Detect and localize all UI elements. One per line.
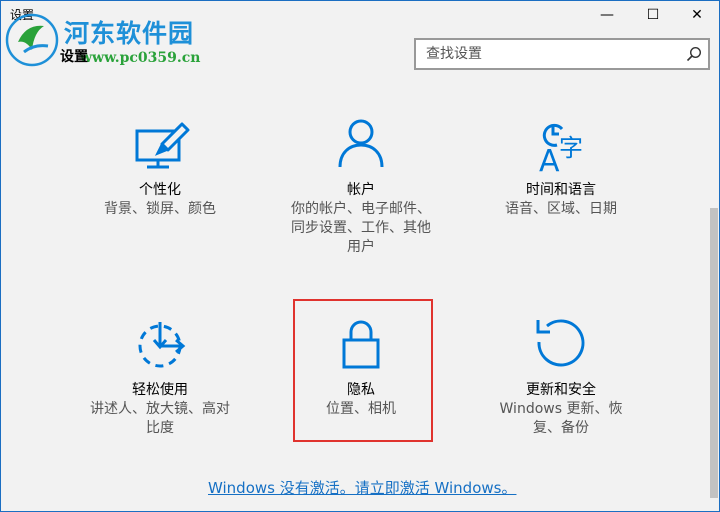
tile-privacy[interactable]: 隐私 位置、相机 xyxy=(286,318,436,488)
time-language-icon: A 字 xyxy=(539,123,583,174)
tile-time-language-title: 时间和语言 xyxy=(526,182,596,198)
personalization-icon xyxy=(135,122,190,169)
tile-privacy-title: 隐私 xyxy=(347,382,375,398)
tile-update-security-title: 更新和安全 xyxy=(526,382,596,398)
scrollbar-thumb[interactable] xyxy=(710,208,718,498)
tile-update-security[interactable]: 更新和安全 Windows 更新、恢复、备份 xyxy=(486,318,636,488)
tile-update-security-desc: Windows 更新、恢复、备份 xyxy=(499,401,623,436)
account-icon xyxy=(338,119,384,168)
activate-windows-link[interactable]: Windows 没有激活。请立即激活 Windows。 xyxy=(208,477,516,498)
svg-text:字: 字 xyxy=(559,134,583,162)
tile-privacy-desc: 位置、相机 xyxy=(326,401,396,417)
vertical-scrollbar[interactable] xyxy=(708,78,719,508)
tile-personalization-desc: 背景、锁屏、颜色 xyxy=(104,201,216,217)
tile-personalization[interactable]: 个性化 背景、锁屏、颜色 xyxy=(85,118,235,288)
watermark-logo: 河东软件园 www.pc0359.cn xyxy=(4,8,224,70)
maximize-button[interactable]: ☐ xyxy=(630,0,676,30)
search-icon[interactable] xyxy=(686,46,702,62)
page-title: 设置 xyxy=(60,49,88,65)
minimize-button[interactable]: — xyxy=(584,0,630,30)
tile-ease-of-access-desc: 讲述人、放大镜、高对比度 xyxy=(90,401,230,436)
privacy-lock-icon xyxy=(342,320,380,369)
ease-of-access-icon xyxy=(138,322,186,368)
tile-accounts-desc: 你的帐户、电子邮件、同步设置、工作、其他用户 xyxy=(291,201,431,255)
tile-time-language[interactable]: A 字 时间和语言 语音、区域、日期 xyxy=(486,118,636,288)
search-input[interactable] xyxy=(416,40,676,68)
watermark-emblem-icon xyxy=(5,13,59,67)
update-refresh-icon xyxy=(536,319,585,367)
svg-text:A: A xyxy=(539,144,560,174)
tile-accounts-title: 帐户 xyxy=(347,182,375,198)
watermark-name: 河东软件园 xyxy=(64,19,195,48)
close-button[interactable]: ✕ xyxy=(674,0,720,30)
watermark-url: www.pc0359.cn xyxy=(80,50,201,66)
tile-accounts[interactable]: 帐户 你的帐户、电子邮件、同步设置、工作、其他用户 xyxy=(286,118,436,288)
tile-personalization-title: 个性化 xyxy=(139,182,181,198)
tile-ease-of-access-title: 轻松使用 xyxy=(132,382,188,398)
tile-time-language-desc: 语音、区域、日期 xyxy=(505,201,617,217)
tile-ease-of-access[interactable]: 轻松使用 讲述人、放大镜、高对比度 xyxy=(85,318,235,488)
search-box[interactable] xyxy=(414,38,710,70)
